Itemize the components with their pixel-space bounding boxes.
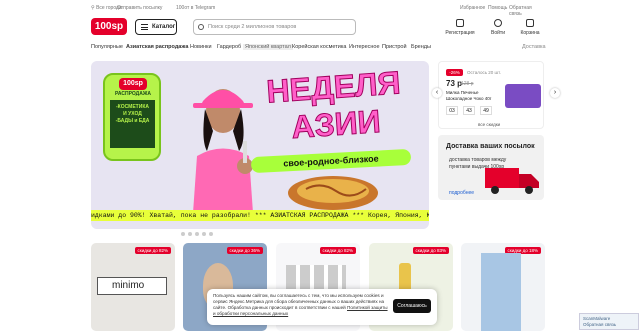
delivery-title: Доставка ваших посылок bbox=[446, 143, 535, 150]
top-bar: ⚲ Все города Отправить посылку 100от в T… bbox=[91, 5, 545, 17]
register-button[interactable]: Регистрация bbox=[445, 17, 475, 36]
catalog-button[interactable]: Каталог bbox=[135, 19, 177, 35]
category-nav: Популярные Азиатская распродажа Новинки … bbox=[91, 44, 546, 52]
nav-item-wardrobe[interactable]: Гардероб bbox=[217, 44, 241, 50]
all-discounts-link[interactable]: все скидки bbox=[478, 122, 500, 127]
product-name[interactable]: Милка Печенье Шоколадное Чокo 40г bbox=[446, 90, 498, 102]
truck-icon bbox=[485, 168, 539, 194]
cart-icon bbox=[526, 19, 534, 27]
promo-ticker: идками до 90%! Хватай, пока не разобрали… bbox=[91, 210, 429, 221]
cookie-banner: Пользуясь нашим сайтом, вы соглашаетесь … bbox=[207, 289, 437, 325]
send-parcel-link[interactable]: Отправить посылку bbox=[117, 5, 162, 11]
nav-delivery[interactable]: Доставка bbox=[522, 44, 546, 50]
menu-icon bbox=[141, 24, 148, 30]
telegram-link[interactable]: 100от в Telegram bbox=[176, 5, 215, 11]
help-link[interactable]: Помощь bbox=[488, 5, 507, 11]
scanmalware-widget[interactable]: ScanMalware Обратная связь bbox=[579, 313, 639, 330]
accept-cookies-button[interactable]: Соглашаюсь bbox=[393, 299, 431, 313]
search-input[interactable]: Поиск среди 2 миллионов товаров bbox=[193, 19, 356, 35]
nav-item-attach[interactable]: Пристрой bbox=[382, 44, 407, 50]
nav-item-new[interactable]: Новинки bbox=[190, 44, 212, 50]
user-icon bbox=[494, 19, 502, 27]
login-button[interactable]: Войти bbox=[483, 17, 513, 36]
prev-arrow-icon[interactable]: ‹ bbox=[432, 88, 442, 98]
pants-image bbox=[481, 253, 521, 331]
minimo-logo: minimo bbox=[97, 277, 167, 295]
nav-item-popular[interactable]: Популярные bbox=[91, 44, 123, 50]
nav-item-interesting[interactable]: Интересное bbox=[349, 44, 380, 50]
timer-seconds: 49 bbox=[480, 106, 492, 115]
search-icon bbox=[198, 24, 204, 30]
hero-banner[interactable]: 100sp РАСПРОДАЖА -КОСМЕТИКА И УХОД -БАДЫ… bbox=[91, 61, 429, 229]
nav-item-asian-sale[interactable]: Азиатская распродажа bbox=[126, 44, 188, 50]
product-image[interactable] bbox=[505, 84, 541, 108]
stock-left: Осталось 20 шт. bbox=[467, 70, 501, 75]
delivery-more-link[interactable]: подробнее bbox=[449, 190, 474, 196]
price: 73 р bbox=[446, 79, 463, 88]
slogan: свое-родное-близкое bbox=[250, 148, 412, 174]
next-arrow-icon[interactable]: › bbox=[550, 88, 560, 98]
discount-badge: -26% bbox=[446, 69, 463, 76]
register-icon bbox=[456, 19, 464, 27]
tamagotchi-graphic: 100sp РАСПРОДАЖА -КОСМЕТИКА И УХОД -БАДЫ… bbox=[103, 73, 161, 161]
nav-item-brands[interactable]: Бренды bbox=[411, 44, 431, 50]
nav-item-korean[interactable]: Корейская косметика bbox=[292, 44, 346, 50]
cart-button[interactable]: Корзина bbox=[515, 17, 545, 36]
timer-hours: 03 bbox=[446, 106, 458, 115]
logo[interactable]: 100sp bbox=[91, 18, 127, 35]
feedback-link[interactable]: Обратная связь bbox=[509, 5, 545, 17]
header: 100sp Каталог Поиск среди 2 миллионов то… bbox=[91, 17, 545, 39]
old-price: 128 р bbox=[461, 81, 474, 87]
product-card[interactable]: скидки до 18% bbox=[461, 243, 545, 331]
noodles-graphic bbox=[288, 176, 378, 210]
nav-item-japan[interactable]: Японский квартал bbox=[243, 44, 293, 50]
carousel-dots[interactable] bbox=[181, 232, 216, 238]
favorites-link[interactable]: Избранное bbox=[460, 5, 485, 11]
timer-minutes: 43 bbox=[463, 106, 475, 115]
product-card[interactable]: скидки до 82% minimo bbox=[91, 243, 175, 331]
